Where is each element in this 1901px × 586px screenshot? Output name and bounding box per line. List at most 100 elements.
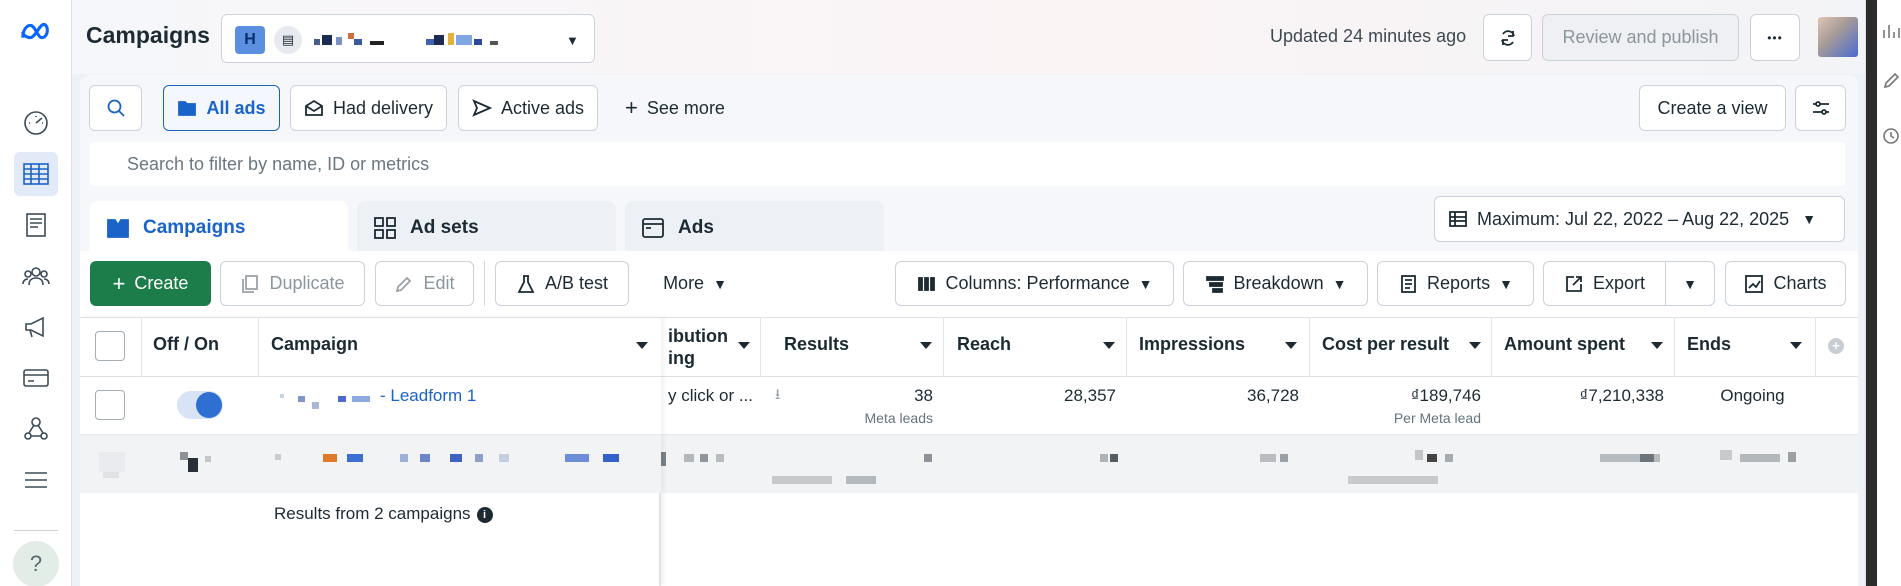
cell-attribution: y click or ... — [668, 386, 754, 405]
audiences-icon[interactable] — [14, 254, 58, 298]
reports-dropdown[interactable]: Reports ▼ — [1377, 261, 1534, 306]
chart-icon[interactable] — [1882, 22, 1900, 40]
column-header-impressions[interactable]: Impressions — [1139, 334, 1245, 355]
scrollbar-track[interactable] — [1866, 0, 1877, 586]
columns-dropdown[interactable]: Columns: Performance ▼ — [895, 261, 1174, 306]
search-toggle-button[interactable] — [89, 85, 142, 131]
chevron-down-icon: ▼ — [1683, 275, 1697, 292]
columns-icon — [917, 276, 935, 291]
more-dropdown-button[interactable]: More ▼ — [645, 261, 745, 306]
sort-caret-icon[interactable] — [1469, 342, 1481, 349]
column-header-reach[interactable]: Reach — [957, 334, 1011, 355]
dashboard-icon[interactable] — [14, 101, 58, 145]
chevron-down-icon: ▼ — [1499, 275, 1513, 292]
ab-test-label: A/B test — [544, 273, 609, 293]
tab-ad-sets-label: Ad sets — [410, 217, 479, 238]
charts-button[interactable]: Charts — [1725, 261, 1846, 306]
export-options-dropdown[interactable]: ▼ — [1665, 261, 1715, 306]
column-separator — [141, 317, 142, 377]
download-icon[interactable]: ⭳ — [775, 384, 780, 409]
pages-icon[interactable] — [14, 203, 58, 247]
reports-icon — [1401, 274, 1416, 293]
cell-ends: Ongoing — [1720, 386, 1785, 405]
megaphone-icon[interactable] — [14, 305, 58, 349]
create-view-button[interactable]: Create a view — [1639, 85, 1786, 131]
user-avatar[interactable] — [1818, 17, 1858, 57]
edit-button[interactable]: Edit — [375, 261, 474, 306]
refresh-icon — [1500, 29, 1515, 46]
select-all-checkbox[interactable] — [95, 331, 125, 361]
chevron-down-icon: ▼ — [713, 275, 727, 292]
campaigns-folder-icon — [107, 219, 129, 238]
row-checkbox[interactable] — [95, 390, 125, 420]
column-separator — [943, 317, 944, 377]
tab-ad-sets[interactable]: Ad sets — [357, 201, 616, 255]
add-column-icon[interactable]: + — [1828, 338, 1844, 354]
search-input[interactable]: Search to filter by name, ID or metrics — [90, 142, 1845, 186]
column-separator — [1126, 317, 1127, 377]
sort-caret-icon[interactable] — [636, 342, 648, 349]
campaigns-table-icon[interactable] — [14, 152, 58, 196]
column-header-ends[interactable]: Ends — [1687, 334, 1731, 355]
meta-logo-icon[interactable] — [14, 10, 58, 54]
duplicate-button[interactable]: Duplicate — [220, 261, 365, 306]
column-header-attribution[interactable]: ibution ing — [668, 325, 728, 369]
refresh-button[interactable] — [1483, 14, 1532, 61]
column-header-amount-spent[interactable]: Amount spent — [1504, 334, 1625, 355]
chevron-down-icon: ▼ — [566, 33, 579, 48]
export-icon — [1566, 275, 1582, 292]
see-more-button[interactable]: + See more — [615, 85, 735, 131]
breakdown-dropdown[interactable]: Breakdown ▼ — [1183, 261, 1368, 306]
sort-caret-icon[interactable] — [1103, 342, 1115, 349]
toolbar-divider — [484, 261, 485, 306]
toggle-knob — [196, 392, 222, 418]
breakdown-label: Breakdown — [1233, 273, 1324, 293]
cell-results-unit: Meta leads — [864, 410, 933, 426]
more-options-button[interactable]: ••• — [1750, 14, 1800, 61]
billing-card-icon[interactable] — [14, 356, 58, 400]
sort-caret-icon[interactable] — [738, 342, 750, 349]
menu-icon[interactable] — [14, 458, 58, 502]
flask-icon — [517, 274, 535, 293]
cell-amount-spent: ₫7,210,338 — [1579, 386, 1664, 405]
tab-ads[interactable]: Ads — [625, 201, 884, 255]
create-button[interactable]: + Create — [90, 261, 211, 306]
account-selector[interactable]: H ▤ ▼ — [221, 14, 595, 63]
sort-caret-icon[interactable] — [1285, 342, 1297, 349]
sort-caret-icon[interactable] — [1651, 342, 1663, 349]
cell-reach: 28,357 — [1064, 386, 1116, 405]
pencil-icon[interactable] — [1882, 72, 1900, 90]
right-side-rail — [1865, 0, 1901, 586]
more-label: More — [663, 273, 705, 293]
pencil-icon — [396, 276, 412, 292]
date-range-label: Maximum: Jul 22, 2022 – Aug 22, 2025 — [1477, 208, 1790, 229]
date-range-picker[interactable]: Maximum: Jul 22, 2022 – Aug 22, 2025 ▼ — [1434, 196, 1845, 242]
info-icon[interactable]: i — [476, 507, 493, 523]
campaign-toggle[interactable] — [177, 391, 223, 419]
sort-caret-icon[interactable] — [920, 342, 932, 349]
column-header-results[interactable]: Results — [784, 334, 849, 355]
row-2-redacted-campaign — [99, 452, 619, 478]
help-icon[interactable]: ? — [13, 541, 59, 586]
sort-caret-icon[interactable] — [1790, 342, 1802, 349]
column-header-off-on[interactable]: Off / On — [153, 334, 219, 355]
review-publish-button[interactable]: Review and publish — [1542, 14, 1739, 61]
filter-active-ads[interactable]: Active ads — [458, 85, 598, 131]
filter-had-delivery[interactable]: Had delivery — [290, 85, 447, 131]
account-avatar: H — [235, 26, 265, 54]
business-network-icon[interactable] — [14, 407, 58, 451]
cell-results: 38 — [914, 386, 933, 405]
column-header-campaign[interactable]: Campaign — [271, 334, 358, 355]
campaign-name-link[interactable]: - Leadform 1 — [380, 386, 476, 406]
attribution-header-line1: ibution — [668, 326, 728, 346]
column-header-cost-per-result[interactable]: Cost per result — [1322, 334, 1449, 355]
ab-test-button[interactable]: A/B test — [495, 261, 629, 306]
column-separator — [1674, 317, 1675, 377]
history-clock-icon[interactable] — [1882, 127, 1900, 145]
filter-all-ads[interactable]: All ads — [163, 85, 280, 131]
tab-campaigns[interactable]: Campaigns — [90, 201, 348, 255]
column-separator — [1815, 317, 1816, 377]
export-button[interactable]: Export — [1543, 261, 1666, 306]
customize-filters-button[interactable] — [1795, 85, 1846, 131]
row-redacted-values — [660, 450, 1796, 484]
